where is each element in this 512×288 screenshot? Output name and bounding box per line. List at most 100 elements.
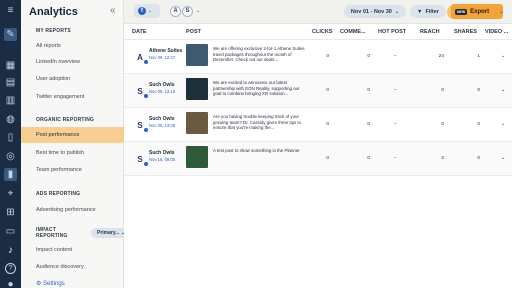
row-menu-icon[interactable]: ⌄ <box>501 156 505 161</box>
sidebar-item-audience-discovery[interactable]: Audience discovery <box>36 264 84 270</box>
column-comments[interactable]: COMME... <box>340 29 366 35</box>
sidebar-item-impact-content[interactable]: Impact content <box>36 247 72 253</box>
section-ads-reporting: ADS REPORTING <box>36 191 81 197</box>
sidebar-item-advertising-performance[interactable]: Advertising performance <box>36 207 96 213</box>
account-name: Athene Suites <box>149 48 183 54</box>
icon-rail: ≡ ✎ ▦ ▤ ▥ ◍ ▯ ◎ ▮ ⌖ ⊞ ▭ ♪ ? ● <box>0 0 21 288</box>
sidebar-item-user-adoption[interactable]: User adoption <box>36 76 70 82</box>
hot-post-icon: − <box>394 54 397 59</box>
help-icon[interactable]: ? <box>5 263 16 274</box>
post-text[interactable]: A test post to show something in the Pla… <box>213 148 308 154</box>
date-range-select[interactable]: Nov 01 - Nov 30 ⌄ <box>344 5 406 18</box>
row-menu-icon[interactable]: ⌄ <box>501 88 505 93</box>
shares-value: 1 <box>477 54 480 59</box>
account-name: Such Owls <box>149 116 175 122</box>
table-row[interactable]: S Such Owls Nov 16, 09:00 A test post to… <box>124 142 512 176</box>
filter-label: Filter <box>425 8 439 15</box>
app-window: ≡ ✎ ▦ ▤ ▥ ◍ ▯ ◎ ▮ ⌖ ⊞ ▭ ♪ ? ● Analytics … <box>0 0 512 288</box>
filter-button[interactable]: ▼ Filter <box>410 5 446 18</box>
sidebar-item-linkedin-overview[interactable]: LinkedIn overview <box>36 59 80 65</box>
table-row[interactable]: S Such Owls Nov 05, 13:08 Are you having… <box>124 108 512 142</box>
post-text[interactable]: We are excited to announce our latest pa… <box>213 80 308 97</box>
logo-icon[interactable]: ≡ <box>4 4 17 17</box>
export-button[interactable]: NEW Export ⌄ <box>451 4 503 19</box>
column-shares[interactable]: SHARES <box>454 29 477 35</box>
bell-icon[interactable]: ♪ <box>4 244 17 257</box>
profile-avatar: S <box>182 5 193 17</box>
sidebar-item-team-performance[interactable]: Team performance <box>36 167 82 173</box>
shares-value: 0 <box>477 88 480 93</box>
clipboard-icon[interactable]: ▯ <box>4 131 17 144</box>
clicks-value: 0 <box>326 88 329 93</box>
post-thumbnail[interactable] <box>186 44 208 66</box>
apps-icon[interactable]: ⊞ <box>4 206 17 219</box>
sidebar-item-twitter-engagement[interactable]: Twitter engagement <box>36 94 84 100</box>
shares-value: 0 <box>477 122 480 127</box>
sidebar-item-post-performance[interactable]: Post performance <box>21 127 124 143</box>
inbox-icon[interactable]: ▤ <box>4 76 17 89</box>
new-badge: NEW <box>455 8 468 15</box>
impact-pill-label: Primary... <box>97 230 120 236</box>
post-date[interactable]: Nov 09, 12:27 <box>149 55 175 60</box>
post-thumbnail[interactable] <box>186 146 208 168</box>
settings-link[interactable]: ⚙ Settings <box>36 280 65 287</box>
post-thumbnail[interactable] <box>186 112 208 134</box>
post-thumbnail[interactable] <box>186 78 208 100</box>
hot-post-icon: − <box>394 122 397 127</box>
account-name: Such Owls <box>149 150 175 156</box>
post-date[interactable]: Nov 16, 09:00 <box>149 157 175 162</box>
collapse-icon[interactable]: « <box>110 5 116 16</box>
column-reach[interactable]: REACH <box>420 29 440 35</box>
account-avatar: S <box>134 119 148 132</box>
compose-icon[interactable]: ✎ <box>4 28 17 41</box>
comments-value: 0 <box>367 122 370 127</box>
hot-post-icon: − <box>394 88 397 93</box>
network-select[interactable]: f ⌄ <box>134 4 160 18</box>
chevron-down-icon: ⌄ <box>196 8 201 14</box>
analytics-icon[interactable]: ▮ <box>4 168 17 181</box>
row-menu-icon[interactable]: ⌄ <box>501 54 505 59</box>
comments-value: 0 <box>367 156 370 161</box>
listening-icon[interactable]: ◎ <box>4 150 17 163</box>
column-date[interactable]: DATE <box>132 29 147 35</box>
date-range-label: Nov 01 - Nov 30 <box>350 8 392 15</box>
hot-post-icon: − <box>394 156 397 161</box>
location-icon[interactable]: ⌖ <box>4 187 17 200</box>
column-post[interactable]: POST <box>186 29 201 35</box>
avatar[interactable]: ● <box>4 278 17 288</box>
analytics-panel: Analytics « MY REPORTS All reports Linke… <box>21 0 135 288</box>
facebook-icon: f <box>138 7 146 15</box>
chevron-down-icon[interactable]: ⌄ <box>499 9 503 15</box>
profile-select[interactable]: A S ⌄ <box>170 4 200 18</box>
account-avatar: S <box>134 85 148 98</box>
grid-icon[interactable]: ▦ <box>4 59 17 72</box>
post-text[interactable]: We are offering exclusive 2-for-1 Athene… <box>213 46 308 63</box>
clicks-value: 0 <box>326 54 329 59</box>
toolbar: f ⌄ A S ⌄ ☝ Nov 01 - Nov 30 ⌄ ▼ Filter N… <box>124 0 512 24</box>
row-menu-icon[interactable]: ⌄ <box>501 122 505 127</box>
sidebar-item-best-time[interactable]: Best time to publish <box>36 150 84 156</box>
shares-value: 0 <box>477 156 480 161</box>
section-organic-reporting: ORGANIC REPORTING <box>36 117 95 123</box>
column-hot-post[interactable]: HOT POST <box>378 29 406 35</box>
table-row[interactable]: A Athene Suites Nov 09, 12:27 We are off… <box>124 40 512 74</box>
people-icon[interactable]: ◍ <box>4 113 17 126</box>
profile-avatar: A <box>170 5 181 17</box>
sidebar-item-all-reports[interactable]: All reports <box>36 43 61 49</box>
calendar-icon[interactable]: ▥ <box>4 94 17 107</box>
reach-value: 24 <box>438 54 444 59</box>
reach-value: 0 <box>441 88 444 93</box>
chevron-down-icon: ⌄ <box>394 8 400 15</box>
reach-value: 0 <box>441 122 444 127</box>
comments-value: 0 <box>367 54 370 59</box>
export-label: Export <box>470 8 490 15</box>
post-text[interactable]: Are you having trouble keeping track of … <box>213 114 308 131</box>
table-row[interactable]: S Such Owls Nov 05, 13:13 We are excited… <box>124 74 512 108</box>
post-date[interactable]: Nov 05, 13:13 <box>149 89 175 94</box>
post-date[interactable]: Nov 05, 13:08 <box>149 123 175 128</box>
clicks-value: 0 <box>326 156 329 161</box>
column-clicks[interactable]: CLICKS <box>312 29 332 35</box>
clicks-value: 0 <box>326 122 329 127</box>
bookmark-icon[interactable]: ▭ <box>4 225 17 238</box>
column-video[interactable]: VIDEO ... <box>485 29 508 35</box>
